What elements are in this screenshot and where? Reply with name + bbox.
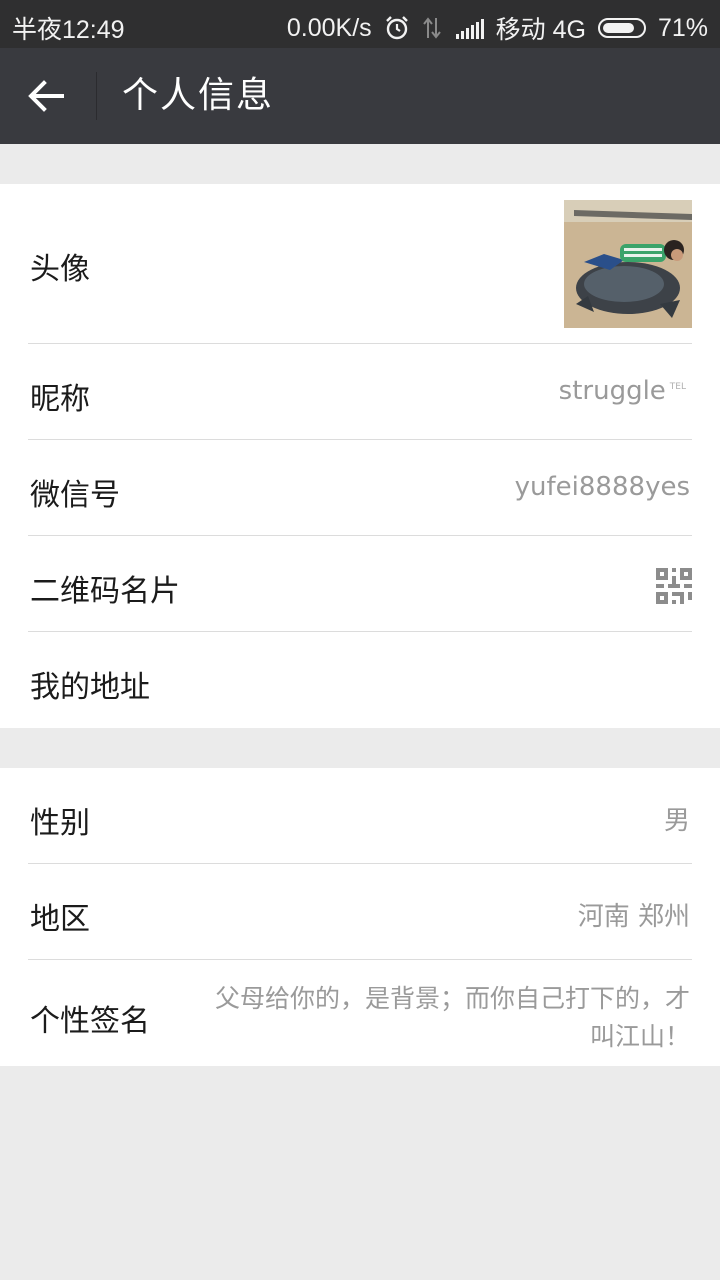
nickname-label: 昵称 [30,382,90,417]
gender-label: 性别 [30,806,90,841]
region-value: 河南 郑州 [577,902,690,932]
signal-icon [454,17,484,39]
signature-row[interactable]: 个性签名 父母给你的，是背景；而你自己打下的，才叫江山！ [0,960,720,1066]
avatar-label: 头像 [30,252,90,287]
avatar-row[interactable]: 头像 [0,184,720,344]
qr-code-label: 二维码名片 [30,574,180,609]
net-speed: 0.00K/s [286,13,372,42]
back-button[interactable] [26,78,70,114]
back-arrow-icon [28,80,64,112]
gender-row[interactable]: 性别 男 [0,768,720,864]
tel-badge: TEL [669,382,686,393]
status-bar: 半夜12:49 0.00K/s 移动 4G 71% [0,0,720,48]
wechat-id-label: 微信号 [30,478,120,513]
alarm-icon [385,16,408,40]
address-row[interactable]: 我的地址 [0,632,720,728]
wechat-id-row[interactable]: 微信号 yufei8888yes [0,440,720,536]
status-right: 0.00K/s 移动 4G 71% [275,10,708,46]
gender-value: 男 [663,806,690,836]
battery-percent: 71% [657,13,708,42]
signature-value: 父母给你的，是背景；而你自己打下的，才叫江山！ [214,984,690,1051]
avatar[interactable] [564,200,692,328]
details-section: 性别 男 地区 河南 郑州 个性签名 父母给你的，是背景；而你自己打下的，才叫江… [0,768,720,1066]
title-bar: 个人信息 [0,48,720,144]
status-time: 半夜12:49 [12,16,125,44]
signature-label: 个性签名 [30,1004,150,1039]
profile-section: 头像 昵称 struggle TEL 微信号 yufei8888yes 二维码名… [0,184,720,728]
page-title: 个人信息 [122,75,275,116]
wechat-id-value: yufei8888yes [514,472,690,502]
nickname-value: struggle TEL [559,376,686,406]
carrier-label: 移动 4G [495,16,586,44]
address-label: 我的地址 [30,670,150,705]
qr-code-icon [656,568,692,604]
region-row[interactable]: 地区 河南 郑州 [0,864,720,960]
title-divider [96,72,97,120]
qr-code-row[interactable]: 二维码名片 [0,536,720,632]
battery-icon [597,18,646,38]
nickname-text: struggle [558,376,666,406]
nickname-row[interactable]: 昵称 struggle TEL [0,344,720,440]
region-label: 地区 [30,902,90,937]
data-transfer-icon [422,17,441,39]
